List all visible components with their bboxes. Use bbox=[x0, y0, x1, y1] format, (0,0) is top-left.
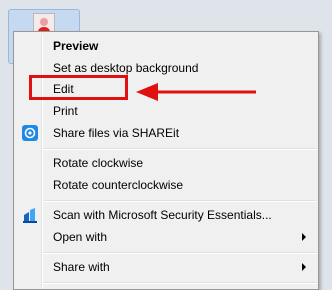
menu-item-preview[interactable]: Preview bbox=[16, 35, 316, 57]
menu-separator bbox=[44, 200, 316, 202]
annotation-arrow-icon bbox=[136, 83, 256, 101]
menu-item-label: Print bbox=[53, 104, 78, 118]
shareit-icon bbox=[22, 125, 38, 141]
menu-item-label: Rotate counterclockwise bbox=[53, 178, 184, 192]
menu-separator bbox=[44, 282, 316, 284]
menu-item-open-with[interactable]: Open with bbox=[16, 226, 316, 248]
menu-item-label: Rotate clockwise bbox=[53, 156, 144, 170]
menu-item-scan-security-essentials[interactable]: Scan with Microsoft Security Essentials.… bbox=[16, 204, 316, 226]
menu-item-rotate-counterclockwise[interactable]: Rotate counterclockwise bbox=[16, 174, 316, 196]
chevron-right-icon bbox=[302, 233, 306, 241]
microsoft-security-essentials-icon bbox=[22, 207, 38, 223]
menu-item-label: Scan with Microsoft Security Essentials.… bbox=[53, 208, 272, 222]
menu-separator bbox=[44, 252, 316, 254]
menu-item-label: Share with bbox=[53, 260, 110, 274]
menu-separator bbox=[44, 148, 316, 150]
context-menu: Preview Set as desktop background Edit P… bbox=[13, 31, 319, 290]
menu-item-rotate-clockwise[interactable]: Rotate clockwise bbox=[16, 152, 316, 174]
annotation-highlight-box bbox=[29, 75, 128, 100]
menu-item-label: Share files via SHAREit bbox=[53, 126, 180, 140]
menu-item-label: Open with bbox=[53, 230, 108, 244]
chevron-right-icon bbox=[302, 263, 306, 271]
menu-item-share-shareit[interactable]: Share files via SHAREit bbox=[16, 122, 316, 144]
menu-item-share-with[interactable]: Share with bbox=[16, 256, 316, 278]
menu-item-label: Preview bbox=[53, 39, 99, 53]
menu-item-label: Set as desktop background bbox=[53, 61, 199, 75]
